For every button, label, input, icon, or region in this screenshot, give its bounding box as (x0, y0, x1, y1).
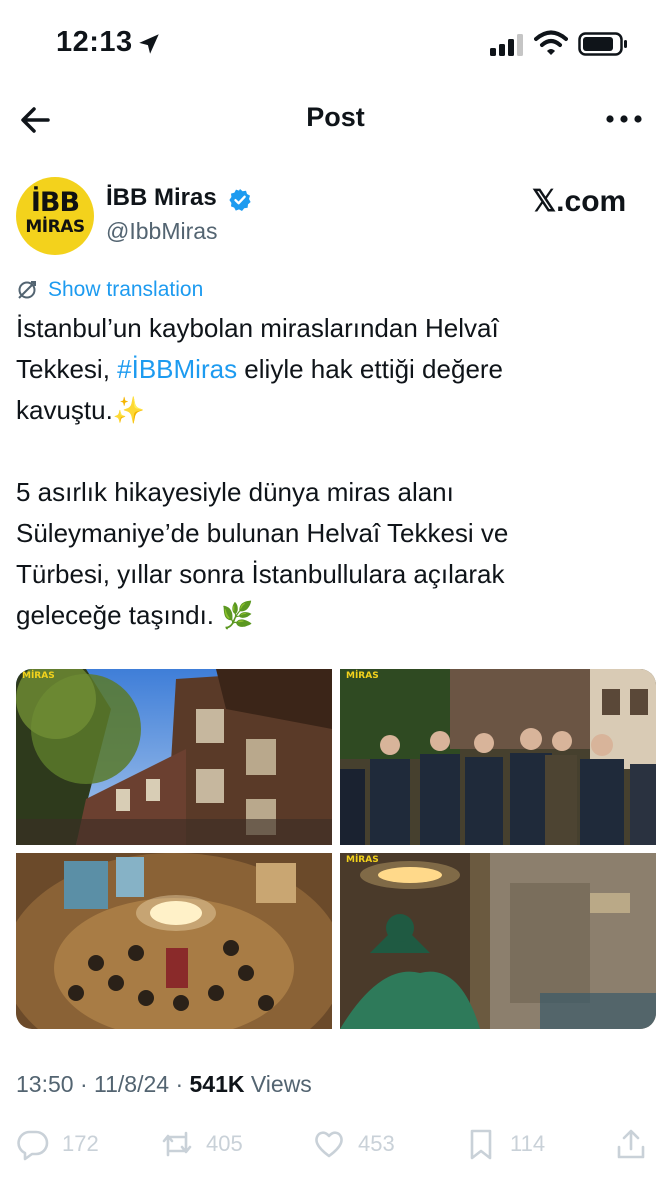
page-title: Post (306, 102, 365, 132)
post-line: geleceğe taşındı. 🌿 (16, 600, 254, 630)
author-name[interactable]: İBB Miras (106, 184, 217, 212)
post-date: 11/8/24 (94, 1071, 170, 1097)
post-text-segment: eliyle hak ettiği değere (237, 354, 504, 384)
source-label: 𝕏.com (532, 185, 627, 218)
views-count: 541K (189, 1071, 245, 1097)
post-text: İstanbul’un kaybolan miraslarından Helva… (16, 308, 656, 636)
image-watermark: MİRAS (346, 855, 379, 865)
translate-icon (18, 281, 36, 299)
avatar[interactable]: İBB MİRAS (16, 177, 94, 255)
repost-count: 405 (206, 1131, 243, 1156)
post-time: 13:50 (16, 1071, 74, 1097)
action-bar: 172 405 453 114 (0, 1124, 671, 1164)
meta-separator: · (79, 1071, 88, 1097)
reply-count: 172 (62, 1131, 99, 1156)
reply-icon (17, 1130, 49, 1161)
bookmark-button[interactable]: 114 (464, 1124, 545, 1164)
status-bar: 12:13 (0, 0, 671, 90)
post-image-crowd[interactable]: MİRAS (340, 669, 656, 845)
meta-separator: · (175, 1071, 184, 1097)
post-line: İstanbul’un kaybolan miraslarından Helva… (16, 313, 499, 343)
post-meta: 13:50 · 11/8/24 · 541K Views (16, 1071, 312, 1098)
author-handle[interactable]: @IbbMiras (106, 218, 218, 245)
repost-icon (162, 1131, 192, 1157)
post-image-interior[interactable] (16, 853, 332, 1029)
cellular-signal-icon (490, 34, 523, 56)
battery-icon (578, 32, 627, 56)
avatar-logo-line2: MİRAS (25, 217, 85, 237)
wifi-icon (534, 30, 568, 55)
status-time: 12:13 (56, 26, 133, 58)
image-watermark: MİRAS (346, 671, 379, 681)
share-icon (617, 1129, 645, 1159)
show-translation-link[interactable]: Show translation (48, 278, 203, 302)
share-button[interactable] (614, 1124, 660, 1164)
image-watermark: MİRAS (22, 671, 55, 681)
avatar-logo-line1: İBB (30, 187, 80, 218)
bookmark-icon (470, 1129, 492, 1160)
post-image-tomb[interactable]: MİRAS (340, 853, 656, 1029)
top-nav: Post (0, 96, 671, 146)
reply-button[interactable]: 172 (16, 1124, 99, 1164)
media-grid: MİRAS MİRAS MİRAS (16, 669, 656, 1029)
post-line: Tekkesi, #İBBMiras eliyle hak ettiği değ… (16, 349, 656, 390)
post-line: kavuştu.✨ (16, 395, 146, 425)
like-count: 453 (358, 1131, 395, 1156)
post-line: 5 asırlık hikayesiyle dünya miras alanı (16, 477, 454, 507)
post-line: Türbesi, yıllar sonra İstanbullulara açı… (16, 559, 505, 589)
bookmark-count: 114 (510, 1131, 546, 1156)
verified-badge-icon (229, 189, 251, 211)
like-button[interactable]: 453 (312, 1124, 395, 1164)
views-label: Views (250, 1071, 312, 1097)
more-options-icon[interactable] (604, 104, 644, 134)
post-image-exterior[interactable]: MİRAS (16, 669, 332, 845)
post-line: Süleymaniye’de bulunan Helvaî Tekkesi ve (16, 518, 509, 548)
repost-button[interactable]: 405 (160, 1124, 243, 1164)
heart-icon (315, 1131, 343, 1158)
post-text-segment: Tekkesi, (16, 354, 118, 384)
hashtag-link[interactable]: #İBBMiras (117, 354, 237, 384)
location-arrow-icon (139, 34, 159, 54)
